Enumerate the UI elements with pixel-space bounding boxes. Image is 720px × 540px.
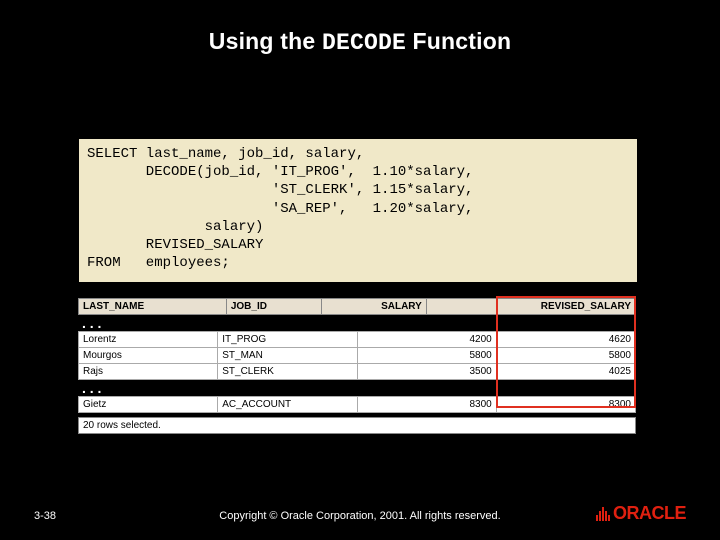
footer: 3-38 Copyright © Oracle Corporation, 200… (0, 510, 720, 522)
table-row: Rajs ST_CLERK 3500 4025 (79, 364, 636, 380)
slide: Using the DECODE Function SELECT last_na… (0, 0, 720, 540)
page-number: 3-38 (34, 510, 56, 522)
col-job-id: JOB_ID (226, 299, 321, 315)
col-revised-salary: REVISED_SALARY (426, 299, 635, 315)
title-mono: DECODE (322, 30, 406, 56)
title-pre: Using the (209, 28, 322, 54)
sql-code-block: SELECT last_name, job_id, salary, DECODE… (78, 138, 638, 283)
table-header-row: LAST_NAME JOB_ID SALARY REVISED_SALARY (79, 299, 636, 315)
oracle-logo-text: ORACLE (613, 503, 686, 524)
result-table-body-1: Lorentz IT_PROG 4200 4620 Mourgos ST_MAN… (78, 331, 636, 380)
col-salary: SALARY (321, 299, 426, 315)
result-table-body-2: Gietz AC_ACCOUNT 8300 8300 (78, 396, 636, 413)
status-text: 20 rows selected. (78, 417, 636, 434)
table-row: Gietz AC_ACCOUNT 8300 8300 (79, 397, 636, 413)
table-row: Mourgos ST_MAN 5800 5800 (79, 348, 636, 364)
result-table: LAST_NAME JOB_ID SALARY REVISED_SALARY (78, 298, 636, 315)
col-last-name: LAST_NAME (79, 299, 227, 315)
ellipsis-1: . . . (78, 315, 636, 331)
result-table-wrap: LAST_NAME JOB_ID SALARY REVISED_SALARY .… (78, 298, 636, 434)
table-row: Lorentz IT_PROG 4200 4620 (79, 332, 636, 348)
oracle-logo-bars-icon (596, 507, 610, 521)
title-post: Function (406, 28, 511, 54)
slide-title: Using the DECODE Function (0, 0, 720, 56)
oracle-logo: ORACLE (596, 503, 686, 524)
ellipsis-2: . . . (78, 380, 636, 396)
